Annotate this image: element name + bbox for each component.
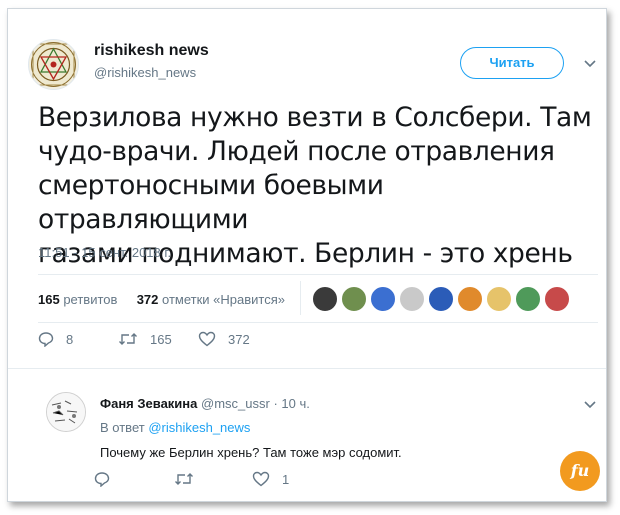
reply-icon: [38, 332, 54, 347]
liker-avatar[interactable]: [370, 286, 396, 312]
watermark-logo: fu: [560, 451, 600, 491]
reply-time[interactable]: · 10 ч.: [273, 396, 309, 411]
reply-to-handle[interactable]: @rishikesh_news: [148, 420, 250, 435]
divider: [38, 274, 598, 275]
yantra-logo-icon: [31, 42, 76, 87]
reply-to-prefix: В ответ: [100, 420, 145, 435]
reply-like-count: 1: [282, 471, 290, 487]
liker-avatar[interactable]: [428, 286, 454, 312]
like-count[interactable]: 372: [137, 292, 159, 307]
reply-count: 8: [66, 331, 74, 347]
reply-icon: [94, 472, 110, 487]
reply-context: В ответ @rishikesh_news: [100, 420, 250, 435]
reply-author-name[interactable]: Фаня Зевакина: [100, 396, 197, 411]
author-avatar[interactable]: [28, 39, 79, 90]
heart-icon: [252, 471, 270, 487]
chevron-down-icon[interactable]: [583, 400, 597, 410]
liker-avatar[interactable]: [312, 286, 338, 312]
liker-avatar[interactable]: [515, 286, 541, 312]
retweet-icon: [175, 473, 193, 485]
heart-icon: [198, 331, 216, 347]
liker-avatar[interactable]: [486, 286, 512, 312]
like-action-count: 372: [228, 331, 250, 347]
tweet-timestamp[interactable]: 11:51 - 15 сент. 2018 г.: [38, 245, 171, 260]
reply-header: Фаня Зевакина @msc_ussr · 10 ч.: [100, 396, 310, 411]
reply-reply-button[interactable]: [94, 471, 122, 487]
reply-like-button[interactable]: 1: [252, 471, 289, 487]
sketch-avatar-icon: [47, 393, 85, 431]
liker-avatar[interactable]: [341, 286, 367, 312]
tweet-stats: 165 ретвитов 372 отметки «Нравится»: [38, 292, 285, 307]
like-button[interactable]: 372: [198, 331, 250, 347]
tweet-card: rishikesh news @rishikesh_news Читать Ве…: [7, 8, 607, 502]
retweet-count[interactable]: 165: [38, 292, 60, 307]
tweet-text-line: Верзилова нужно везти в Солсбери. Там: [38, 102, 592, 133]
retweet-icon: [119, 333, 137, 345]
divider: [300, 281, 301, 315]
liker-avatar[interactable]: [457, 286, 483, 312]
reply-author-handle[interactable]: @msc_ussr: [201, 396, 270, 411]
chevron-down-icon[interactable]: [583, 59, 597, 69]
like-count-label[interactable]: отметки «Нравится»: [162, 292, 285, 307]
divider: [38, 322, 598, 323]
retweet-action-count: 165: [150, 331, 172, 347]
reply-author-avatar[interactable]: [46, 392, 86, 432]
liker-avatar[interactable]: [544, 286, 570, 312]
reply-text: Почему же Берлин хрень? Там тоже мэр сод…: [100, 445, 402, 460]
retweet-button[interactable]: 165: [118, 331, 172, 347]
reply-button[interactable]: 8: [38, 331, 73, 347]
reply-retweet-button[interactable]: [174, 471, 206, 487]
liker-avatar[interactable]: [399, 286, 425, 312]
author-handle[interactable]: @rishikesh_news: [94, 65, 196, 80]
retweet-count-label[interactable]: ретвитов: [63, 292, 117, 307]
tweet-text-line: чудо-врачи. Людей после отравления: [38, 136, 555, 167]
tweet-text-line: смертоносными боевыми отравляющими: [38, 170, 384, 235]
follow-button[interactable]: Читать: [460, 47, 564, 79]
author-name[interactable]: rishikesh news: [94, 42, 209, 60]
divider: [8, 368, 606, 369]
